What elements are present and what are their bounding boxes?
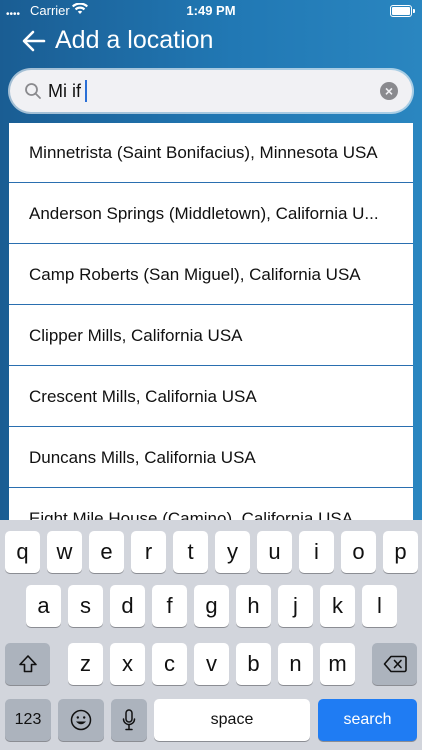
search-input[interactable] [48,79,368,103]
clock: 1:49 PM [186,3,236,18]
key-o[interactable]: o [341,531,376,573]
list-item[interactable]: Minnetrista (Saint Bonifacius), Minnesot… [9,123,413,183]
key-n[interactable]: n [278,643,313,685]
list-item-label: Camp Roberts (San Miguel), California US… [29,264,361,284]
key-k[interactable]: k [320,585,355,627]
keyboard: q w e r t y u i o p a s d f g h j k l z … [0,520,422,750]
results-list: Minnetrista (Saint Bonifacius), Minnesot… [9,123,413,520]
text-cursor [85,80,87,102]
key-t[interactable]: t [173,531,208,573]
key-h[interactable]: h [236,585,271,627]
page-title: Add a location [55,26,214,54]
key-l[interactable]: l [362,585,397,627]
key-s[interactable]: s [68,585,103,627]
list-item-label: Crescent Mills, California USA [29,386,257,406]
list-item[interactable]: Clipper Mills, California USA [9,306,413,366]
list-item[interactable]: Crescent Mills, California USA [9,367,413,427]
emoji-key[interactable] [58,699,104,741]
list-item[interactable]: Eight Mile House (Camino), California US… [9,489,413,521]
delete-key[interactable] [372,643,417,685]
key-r[interactable]: r [131,531,166,573]
key-y[interactable]: y [215,531,250,573]
key-d[interactable]: d [110,585,145,627]
key-u[interactable]: u [257,531,292,573]
list-item-label: Clipper Mills, California USA [29,325,243,345]
key-c[interactable]: c [152,643,187,685]
clear-icon[interactable]: × [380,82,398,100]
key-v[interactable]: v [194,643,229,685]
list-item-label: Eight Mile House (Camino), California US… [29,508,354,521]
key-z[interactable]: z [68,643,103,685]
key-g[interactable]: g [194,585,229,627]
status-bar: •••• Carrier 1:49 PM [0,0,422,22]
list-item-label: Minnetrista (Saint Bonifacius), Minnesot… [29,142,378,162]
list-item[interactable]: Anderson Springs (Middletown), Californi… [9,184,413,244]
key-x[interactable]: x [110,643,145,685]
key-i[interactable]: i [299,531,334,573]
key-j[interactable]: j [278,585,313,627]
key-e[interactable]: e [89,531,124,573]
space-key[interactable]: space [154,699,310,741]
emoji-icon [70,709,92,731]
numbers-key[interactable]: 123 [5,699,51,741]
dictation-key[interactable] [111,699,147,741]
backspace-icon [383,655,407,673]
search-icon [24,82,42,100]
list-item-label: Duncans Mills, California USA [29,447,256,467]
search-key[interactable]: search [318,699,417,741]
key-f[interactable]: f [152,585,187,627]
key-w[interactable]: w [47,531,82,573]
microphone-icon [122,709,136,731]
key-m[interactable]: m [320,643,355,685]
list-item-label: Anderson Springs (Middletown), Californi… [29,203,379,223]
key-p[interactable]: p [383,531,418,573]
battery-icon [390,5,415,17]
key-q[interactable]: q [5,531,40,573]
search-bar[interactable]: × [10,70,412,112]
shift-icon [18,655,37,673]
key-b[interactable]: b [236,643,271,685]
shift-key[interactable] [5,643,50,685]
list-item[interactable]: Camp Roberts (San Miguel), California US… [9,245,413,305]
list-item[interactable]: Duncans Mills, California USA [9,428,413,488]
key-a[interactable]: a [26,585,61,627]
arrow-left-icon[interactable] [20,27,48,55]
